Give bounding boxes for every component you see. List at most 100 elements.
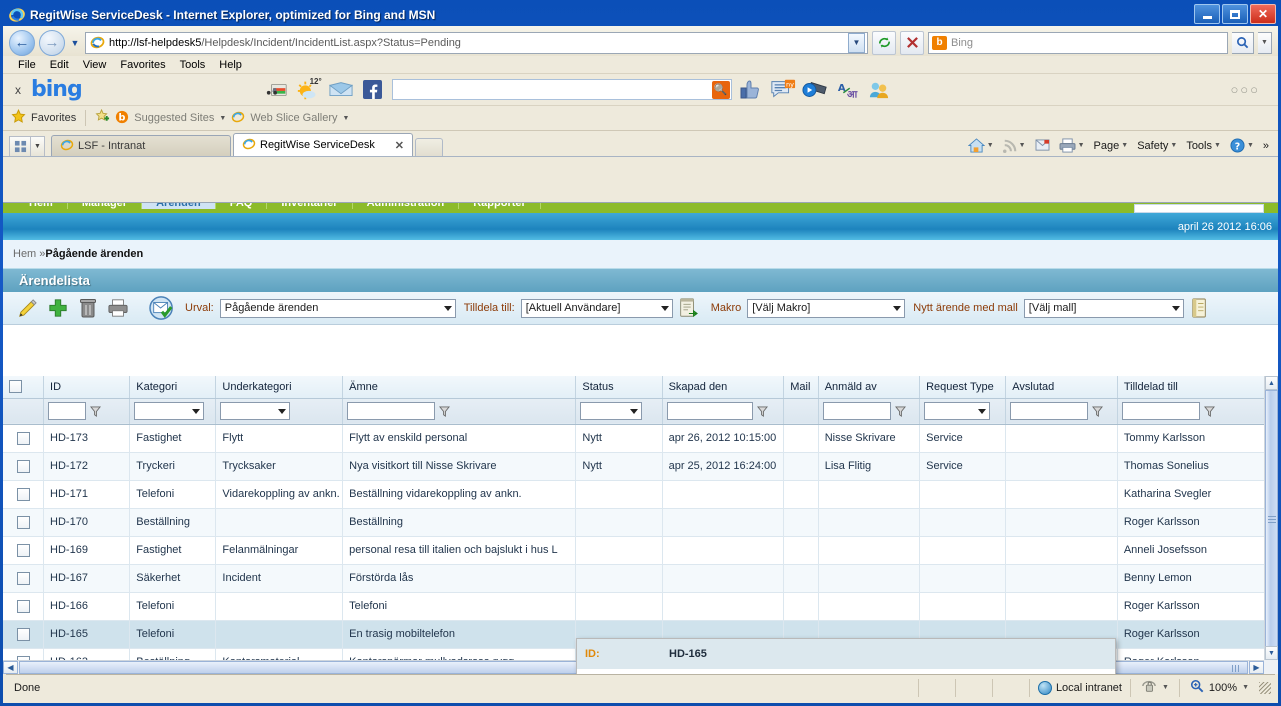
tab-regitwise-servicedesk[interactable]: RegitWise ServiceDesk ✕ bbox=[233, 133, 413, 156]
filter-input-anmald[interactable] bbox=[822, 402, 891, 420]
approve-check-icon[interactable] bbox=[147, 294, 177, 322]
delete-trash-icon[interactable] bbox=[73, 294, 103, 322]
page-menu[interactable]: Page ▼ bbox=[1091, 140, 1132, 152]
refresh-icon[interactable] bbox=[872, 30, 896, 55]
browser-search-box[interactable]: b Bing bbox=[928, 31, 1228, 54]
filter-funnel-icon[interactable] bbox=[894, 405, 906, 417]
nav-tab-arenden[interactable]: Ärenden bbox=[142, 203, 216, 209]
mail-icon[interactable] bbox=[328, 78, 354, 102]
maximize-button[interactable] bbox=[1222, 4, 1248, 24]
menu-edit[interactable]: Edit bbox=[43, 58, 76, 72]
column-header-skapad-den[interactable]: Skapad den bbox=[662, 376, 785, 399]
filter-funnel-icon[interactable] bbox=[1092, 405, 1104, 417]
urval-select[interactable]: Pågående ärenden bbox=[219, 298, 456, 318]
help-chevron-down-icon[interactable]: ▼ bbox=[1247, 142, 1254, 149]
app-nav-search-input[interactable] bbox=[1134, 204, 1264, 213]
table-row[interactable]: HD-166 Telefoni Telefoni Roger Karlsson bbox=[3, 592, 1264, 621]
safety-chevron-down-icon[interactable]: ▼ bbox=[1170, 142, 1177, 149]
menu-favorites[interactable]: Favorites bbox=[113, 58, 172, 72]
filter-funnel-icon[interactable] bbox=[756, 405, 768, 417]
tilldela-select[interactable]: [Aktuell Användare] bbox=[520, 298, 673, 318]
minimize-button[interactable] bbox=[1194, 4, 1220, 24]
menu-file[interactable]: File bbox=[11, 58, 43, 72]
table-row[interactable]: HD-169 Fastighet Felanmälningar personal re… bbox=[3, 536, 1264, 565]
print-icon[interactable] bbox=[103, 294, 133, 322]
suggested-sites-chevron-down-icon[interactable]: ▼ bbox=[219, 115, 226, 122]
bing-logo[interactable]: bing bbox=[31, 77, 83, 102]
tools-menu[interactable]: Tools ▼ bbox=[1183, 140, 1224, 152]
bing-toolbar-close-icon[interactable]: x bbox=[11, 83, 25, 97]
protected-mode-indicator[interactable]: ▼ bbox=[1131, 679, 1179, 696]
column-header-anmald-av[interactable]: Anmäld av bbox=[818, 376, 921, 399]
print-chevron-down-icon[interactable]: ▼ bbox=[1078, 142, 1085, 149]
favorites-label[interactable]: Favorites bbox=[31, 112, 76, 124]
help-icon[interactable]: ? ▼ bbox=[1227, 138, 1257, 153]
nav-tab-administration[interactable]: Administration bbox=[353, 203, 460, 209]
facebook-icon[interactable] bbox=[360, 78, 386, 102]
page-chevron-down-icon[interactable]: ▼ bbox=[1121, 142, 1128, 149]
quick-tabs-icon[interactable] bbox=[9, 136, 31, 156]
stop-icon[interactable] bbox=[900, 30, 924, 55]
new-tab-button[interactable] bbox=[415, 138, 443, 156]
protected-mode-chevron-down-icon[interactable]: ▼ bbox=[1162, 684, 1169, 691]
filter-funnel-icon[interactable] bbox=[1203, 405, 1215, 417]
home-chevron-down-icon[interactable]: ▼ bbox=[987, 142, 994, 149]
translate-icon[interactable]: A आ bbox=[834, 78, 860, 102]
row-checkbox[interactable] bbox=[16, 571, 30, 585]
table-row[interactable]: HD-173 Fastighet Flytt Flytt av enskild per… bbox=[3, 424, 1264, 453]
recent-pages-dropdown-icon[interactable]: ▼ bbox=[69, 38, 81, 48]
row-select-cell[interactable] bbox=[3, 620, 45, 649]
row-select-cell[interactable] bbox=[3, 592, 45, 621]
tab-list-chevron-down-icon[interactable]: ▼ bbox=[31, 136, 45, 156]
video-icon[interactable] bbox=[802, 78, 828, 102]
filter-status-chevron-down-icon[interactable] bbox=[630, 409, 639, 414]
column-header-id[interactable]: ID bbox=[43, 376, 131, 399]
row-select-cell[interactable] bbox=[3, 536, 45, 565]
bing-toolbar-search-input[interactable]: 🔍 bbox=[391, 79, 732, 100]
feeds-chevron-down-icon[interactable]: ▼ bbox=[1019, 142, 1026, 149]
row-select-cell[interactable] bbox=[3, 648, 45, 660]
row-select-cell[interactable] bbox=[3, 480, 45, 509]
filter-input-skapad[interactable] bbox=[666, 402, 753, 420]
column-header-amne[interactable]: Ämne bbox=[342, 376, 577, 399]
column-header-kategori[interactable]: Kategori bbox=[129, 376, 217, 399]
select-all-header[interactable] bbox=[3, 376, 45, 399]
web-slice-gallery-icon[interactable] bbox=[231, 110, 245, 127]
makro-select[interactable]: [Välj Makro] bbox=[747, 298, 906, 318]
table-row[interactable]: HD-170 Beställning Beställning Roger Karlss… bbox=[3, 508, 1264, 537]
forward-button[interactable]: → bbox=[39, 29, 65, 56]
add-plus-icon[interactable] bbox=[43, 294, 73, 322]
column-header-tilldelad-till[interactable]: Tilldelad till bbox=[1117, 376, 1264, 399]
column-header-status[interactable]: Status bbox=[575, 376, 663, 399]
address-dropdown-icon[interactable]: ▼ bbox=[848, 32, 865, 53]
nav-tab-rapporter[interactable]: Rapporter bbox=[459, 203, 541, 209]
home-icon[interactable]: ▼ bbox=[965, 138, 997, 153]
row-checkbox[interactable] bbox=[16, 487, 30, 501]
menu-tools[interactable]: Tools bbox=[173, 58, 213, 72]
address-bar[interactable]: http://lsf-helpdesk5/Helpdesk/Incident/I… bbox=[85, 31, 868, 54]
resize-grip[interactable] bbox=[1259, 681, 1271, 694]
nav-tab-faq[interactable]: FAQ bbox=[216, 203, 268, 209]
vertical-scroll-thumb[interactable] bbox=[1265, 390, 1278, 650]
row-select-cell[interactable] bbox=[3, 508, 45, 537]
filter-underkategori-chevron-down-icon[interactable] bbox=[278, 409, 287, 414]
suggested-sites-icon[interactable]: b bbox=[115, 110, 129, 127]
safety-menu[interactable]: Safety ▼ bbox=[1134, 140, 1180, 152]
grid-vertical-scrollbar[interactable]: ▲ ▼ bbox=[1264, 376, 1278, 660]
tools-chevron-down-icon[interactable]: ▼ bbox=[1214, 142, 1221, 149]
menu-view[interactable]: View bbox=[76, 58, 114, 72]
tilldela-chevron-down-icon[interactable] bbox=[660, 306, 669, 311]
travel-icon[interactable] bbox=[264, 78, 290, 102]
filter-input-avslutad[interactable] bbox=[1010, 402, 1089, 420]
scroll-left-icon[interactable]: ◀ bbox=[3, 661, 18, 674]
urval-chevron-down-icon[interactable] bbox=[443, 306, 452, 311]
filter-input-amne[interactable] bbox=[347, 402, 436, 420]
people-icon[interactable] bbox=[866, 78, 892, 102]
filter-funnel-icon[interactable] bbox=[439, 405, 451, 417]
suggested-sites-label[interactable]: Suggested Sites bbox=[134, 112, 214, 124]
tab-lsf-intranat[interactable]: LSF - Intranat bbox=[51, 135, 231, 156]
filter-select-kategori[interactable] bbox=[134, 402, 205, 420]
filter-input-id[interactable] bbox=[48, 402, 87, 420]
row-checkbox[interactable] bbox=[16, 459, 30, 473]
row-checkbox[interactable] bbox=[16, 543, 30, 557]
